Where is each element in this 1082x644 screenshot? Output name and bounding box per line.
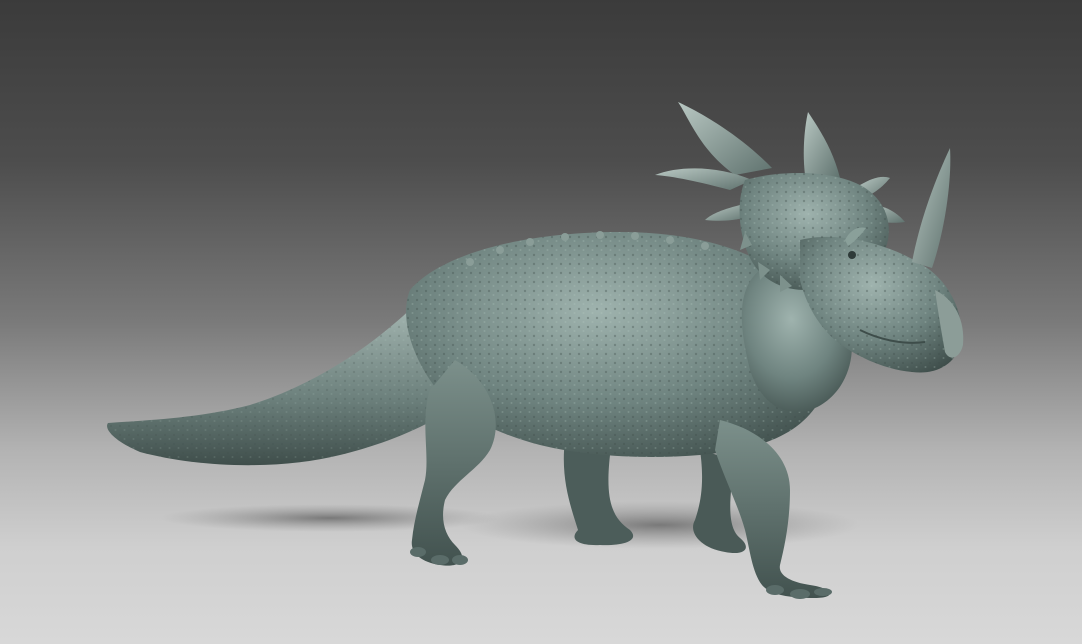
eye	[848, 251, 856, 259]
dinosaur-render	[107, 102, 964, 599]
viewport	[0, 0, 1082, 644]
nose-horn	[912, 148, 951, 268]
